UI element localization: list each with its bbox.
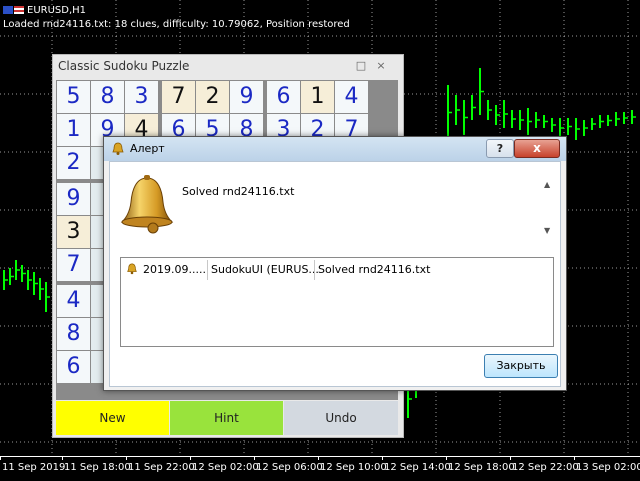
- close-button[interactable]: Закрыть: [484, 354, 558, 378]
- time-axis-label: 13 Sep 02:00: [576, 462, 640, 473]
- time-axis-tick: [574, 456, 575, 460]
- sudoku-cell-r1c7[interactable]: 6: [267, 81, 300, 113]
- alert-body: Solved rnd24116.txt ▲ ▼ 2019.09..... Sud…: [109, 161, 561, 387]
- sudoku-cell-r6c1[interactable]: 7: [57, 249, 90, 281]
- alert-bell-icon: [120, 175, 174, 234]
- sudoku-titlebar[interactable]: Classic Sudoku Puzzle □ ×: [53, 55, 403, 79]
- sudoku-cell-r7c1[interactable]: 4: [57, 285, 90, 317]
- alert-title: Алерт: [130, 142, 165, 155]
- time-axis-tick: [510, 456, 511, 460]
- bell-icon: [112, 142, 124, 155]
- time-axis-label: 12 Sep 10:00: [320, 462, 387, 473]
- time-axis: 11 Sep 2019 11 Sep 18:00 11 Sep 22:00 12 Se…: [0, 456, 640, 481]
- time-axis-tick: [62, 456, 63, 460]
- sudoku-cell-r1c5[interactable]: 2: [196, 81, 229, 113]
- undo-button[interactable]: Undo: [284, 401, 398, 435]
- time-axis-label: 12 Sep 22:00: [512, 462, 579, 473]
- sudoku-title: Classic Sudoku Puzzle: [58, 59, 190, 73]
- time-axis-tick: [382, 456, 383, 460]
- column-separator: [207, 260, 208, 280]
- time-axis-tick: [318, 456, 319, 460]
- scroll-down-icon[interactable]: ▼: [544, 226, 550, 235]
- sudoku-cell-r2c1[interactable]: 1: [57, 114, 90, 146]
- time-axis-tick: [446, 456, 447, 460]
- scroll-up-icon[interactable]: ▲: [544, 180, 550, 189]
- alert-dialog: Алерт ? x Solved rnd24116.txt ▲ ▼ 2019.0…: [103, 136, 567, 391]
- time-axis-label: 12 Sep 06:00: [256, 462, 323, 473]
- sudoku-cell-r1c6[interactable]: 9: [230, 81, 263, 113]
- help-button[interactable]: ?: [486, 139, 514, 158]
- hint-button[interactable]: Hint: [170, 401, 283, 435]
- time-axis-label: 11 Sep 18:00: [64, 462, 131, 473]
- sudoku-cell-r1c8[interactable]: 1: [301, 81, 334, 113]
- time-axis-tick: [126, 456, 127, 460]
- bell-icon: [127, 263, 137, 275]
- time-axis-label: 12 Sep 14:00: [384, 462, 451, 473]
- log-time: 2019.09.....: [143, 263, 206, 276]
- minimize-button[interactable]: □: [355, 60, 367, 72]
- log-message: Solved rnd24116.txt: [318, 263, 431, 276]
- sudoku-cell-r1c4[interactable]: 7: [162, 81, 195, 113]
- time-axis-tick: [0, 456, 1, 460]
- time-axis-tick: [254, 456, 255, 460]
- sudoku-cell-r5c1[interactable]: 3: [57, 216, 90, 248]
- sudoku-cell-r4c1[interactable]: 9: [57, 183, 90, 215]
- sudoku-cell-r1c9[interactable]: 4: [335, 81, 368, 113]
- time-axis-label: 12 Sep 18:00: [448, 462, 515, 473]
- sudoku-cell-r8c1[interactable]: 8: [57, 318, 90, 350]
- list-item[interactable]: 2019.09..... SudokuUI (EURUS... Solved r…: [121, 260, 553, 280]
- log-source: SudokuUI (EURUS...: [211, 263, 319, 276]
- time-axis-label: 12 Sep 02:00: [192, 462, 259, 473]
- sudoku-cell-r9c1[interactable]: 6: [57, 351, 90, 383]
- sudoku-cell-r3c1[interactable]: 2: [57, 147, 90, 179]
- message-scrollbar[interactable]: ▲ ▼: [542, 176, 556, 240]
- alert-titlebar[interactable]: Алерт ? x: [104, 137, 566, 161]
- time-axis-label: 11 Sep 22:00: [128, 462, 195, 473]
- alert-message: Solved rnd24116.txt: [182, 185, 295, 198]
- alert-log-list[interactable]: 2019.09..... SudokuUI (EURUS... Solved r…: [120, 257, 554, 347]
- close-window-button[interactable]: x: [514, 139, 560, 158]
- new-button[interactable]: New: [56, 401, 169, 435]
- sudoku-cell-r1c1[interactable]: 5: [57, 81, 90, 113]
- time-axis-label: 11 Sep 2019: [2, 462, 66, 473]
- time-axis-tick: [190, 456, 191, 460]
- sudoku-cell-r1c3[interactable]: 3: [125, 81, 158, 113]
- column-separator: [314, 260, 315, 280]
- sudoku-cell-r1c2[interactable]: 8: [91, 81, 124, 113]
- close-icon[interactable]: ×: [375, 60, 387, 72]
